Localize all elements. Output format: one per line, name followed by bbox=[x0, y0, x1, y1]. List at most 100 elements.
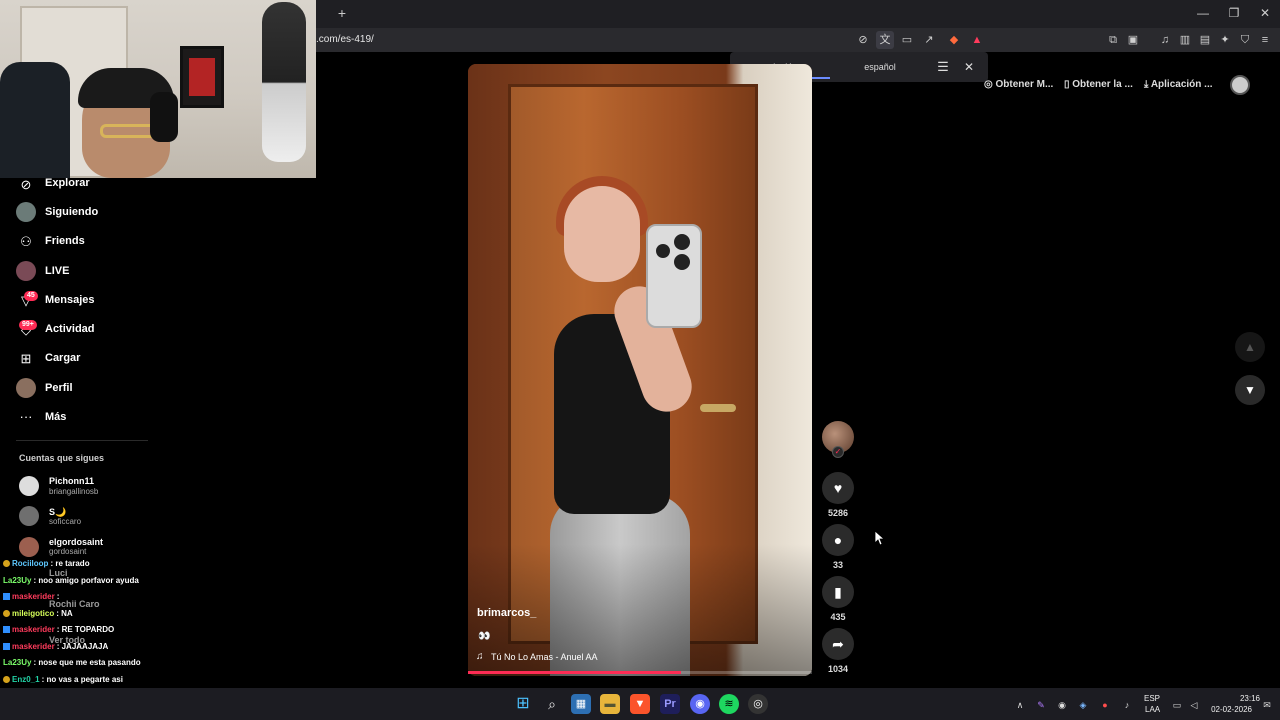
file-explorer-icon[interactable]: ▬ bbox=[600, 694, 620, 714]
like-button[interactable]: ♥ bbox=[822, 472, 854, 504]
chat-text: : bbox=[56, 592, 60, 601]
premiere-icon[interactable]: Pr bbox=[660, 694, 680, 714]
volume-icon[interactable]: ◁ bbox=[1187, 698, 1201, 712]
user-avatar[interactable] bbox=[1230, 75, 1250, 95]
sidebar-item-actividad[interactable]: Actividad bbox=[45, 321, 95, 337]
wallet-icon[interactable]: ▤ bbox=[1196, 31, 1214, 49]
windows-start-icon[interactable]: ⊞ bbox=[513, 694, 533, 714]
sidebar-item-cargar[interactable]: Cargar bbox=[45, 350, 80, 366]
activity-badge: 99+ bbox=[19, 320, 37, 330]
save-button[interactable]: ▮ bbox=[822, 576, 854, 608]
cast-icon[interactable]: ▭ bbox=[898, 31, 916, 49]
sidebar-item-live[interactable]: LIVE bbox=[45, 263, 69, 279]
upload-icon: ⊞ bbox=[20, 351, 32, 366]
clock-time[interactable]: 23:16 bbox=[1216, 694, 1260, 704]
leo-icon[interactable]: ✦ bbox=[1216, 31, 1234, 49]
chat-text: : RE TOPARDO bbox=[56, 625, 115, 634]
messages-badge: 45 bbox=[24, 291, 38, 301]
webcam-chair bbox=[0, 62, 70, 178]
brave-shield-icon[interactable]: ◆ bbox=[945, 31, 963, 49]
follow-check-icon[interactable]: ✓ bbox=[832, 446, 844, 458]
following-heading: Cuentas que sigues bbox=[19, 453, 105, 463]
close-window-button[interactable]: ✕ bbox=[1250, 4, 1280, 22]
share-icon[interactable]: ↗ bbox=[920, 31, 938, 49]
comment-count: 33 bbox=[832, 560, 843, 570]
get-coins-button[interactable]: ◎ Obtener M... bbox=[984, 77, 1053, 93]
video-player[interactable] bbox=[468, 64, 812, 676]
previous-video-button[interactable]: ▲ bbox=[1235, 332, 1265, 362]
tray-feather-icon[interactable]: ✎ bbox=[1034, 698, 1048, 712]
notification-icon[interactable]: ✉ bbox=[1260, 698, 1274, 712]
sidebar-item-siguiendo[interactable]: Siguiendo bbox=[45, 204, 98, 220]
tray-mic-icon[interactable]: ♪ bbox=[1120, 698, 1134, 712]
clock-date[interactable]: 02-02-2026 bbox=[1206, 705, 1252, 715]
following-avatar-icon bbox=[16, 202, 36, 222]
chat-username: Enz0_1 bbox=[12, 675, 40, 684]
share-arrow-icon: ➦ bbox=[832, 636, 844, 652]
input-layout[interactable]: LAA bbox=[1145, 705, 1160, 715]
friends-icon: ⚇ bbox=[20, 234, 32, 249]
download-app-button[interactable]: ⤓ Aplicación ... bbox=[1144, 77, 1213, 93]
account-avatar[interactable] bbox=[19, 476, 39, 496]
sidebar-item-mensajes[interactable]: Mensajes bbox=[45, 292, 95, 308]
video-music[interactable]: Tú No Lo Amas - Anuel AA bbox=[491, 651, 598, 663]
share-button[interactable]: ➦ bbox=[822, 628, 854, 660]
discord-icon[interactable]: ◉ bbox=[690, 694, 710, 714]
spotify-icon[interactable]: ≋ bbox=[719, 694, 739, 714]
webcam-guitar bbox=[262, 2, 306, 162]
sidebar-item-friends[interactable]: Friends bbox=[45, 233, 85, 249]
webcam-headset bbox=[150, 92, 178, 142]
chat-message: maskerider: bbox=[3, 591, 59, 603]
chat-message: La23Uy: nose que me esta pasando bbox=[3, 657, 141, 669]
translate-icon[interactable]: 文 bbox=[876, 31, 894, 49]
account-username: soficcaro bbox=[49, 517, 82, 526]
mouse-cursor-icon bbox=[875, 531, 885, 545]
next-video-button[interactable]: ▼ bbox=[1235, 375, 1265, 405]
chat-text: : NA bbox=[56, 609, 73, 618]
tray-chevron-icon[interactable]: ∧ bbox=[1013, 698, 1027, 712]
vpn-icon[interactable]: ⛉ bbox=[1236, 31, 1254, 49]
bookmark-icon: ▮ bbox=[834, 584, 842, 600]
reading-list-icon[interactable]: ▥ bbox=[1176, 31, 1194, 49]
brave-browser-icon[interactable]: ▼ bbox=[630, 694, 650, 714]
account-name[interactable]: Pichonn11 bbox=[49, 476, 94, 487]
obs-icon[interactable]: ◎ bbox=[748, 694, 768, 714]
url-text[interactable]: .com/es-419/ bbox=[316, 33, 374, 47]
sidebar-toggle-icon[interactable]: ▣ bbox=[1124, 31, 1142, 49]
comment-icon: ● bbox=[833, 532, 843, 548]
tray-record-icon[interactable]: ● bbox=[1098, 698, 1112, 712]
save-count: 435 bbox=[830, 612, 846, 622]
video-author[interactable]: brimarcos_ bbox=[477, 606, 536, 620]
coin-icon: ◎ bbox=[984, 79, 996, 90]
network-icon[interactable]: ▭ bbox=[1170, 698, 1184, 712]
search-icon[interactable]: ⌕ bbox=[542, 694, 562, 714]
chat-username: La23Uy bbox=[3, 576, 32, 585]
extensions-icon[interactable]: ⧉ bbox=[1104, 31, 1122, 49]
hamburger-icon[interactable]: ☰ bbox=[934, 58, 952, 76]
minimize-button[interactable]: — bbox=[1188, 4, 1218, 22]
get-app-button[interactable]: ▯ Obtener la ... bbox=[1064, 77, 1133, 93]
chat-username: maskerider bbox=[12, 592, 55, 601]
chat-text: : re tarado bbox=[50, 559, 90, 568]
tray-steam-icon[interactable]: ◈ bbox=[1076, 698, 1090, 712]
chat-username: Rociiloop bbox=[12, 559, 49, 568]
account-avatar[interactable] bbox=[19, 506, 39, 526]
new-tab-button[interactable]: + bbox=[334, 5, 350, 21]
comment-button[interactable]: ● bbox=[822, 524, 854, 556]
account-avatar[interactable] bbox=[19, 537, 39, 557]
menu-icon[interactable]: ≡ bbox=[1256, 31, 1274, 49]
video-phone-lens bbox=[674, 234, 690, 250]
close-icon[interactable]: ✕ bbox=[960, 58, 978, 76]
music-icon[interactable]: ♫ bbox=[1156, 31, 1174, 49]
reader-icon[interactable]: ⊘ bbox=[854, 31, 872, 49]
sidebar-item-mas[interactable]: Más bbox=[45, 409, 66, 425]
input-language[interactable]: ESP bbox=[1144, 694, 1160, 704]
tray-discord-icon[interactable]: ◉ bbox=[1055, 698, 1069, 712]
like-count: 5286 bbox=[827, 508, 849, 518]
brave-rewards-icon[interactable]: ▲ bbox=[968, 31, 986, 49]
widgets-icon[interactable]: ▦ bbox=[571, 694, 591, 714]
translate-target-tab[interactable]: español bbox=[852, 59, 908, 75]
sidebar-item-perfil[interactable]: Perfil bbox=[45, 380, 73, 396]
chat-message: Rociiloop: re tarado bbox=[3, 558, 90, 570]
maximize-button[interactable]: ❐ bbox=[1219, 4, 1249, 22]
